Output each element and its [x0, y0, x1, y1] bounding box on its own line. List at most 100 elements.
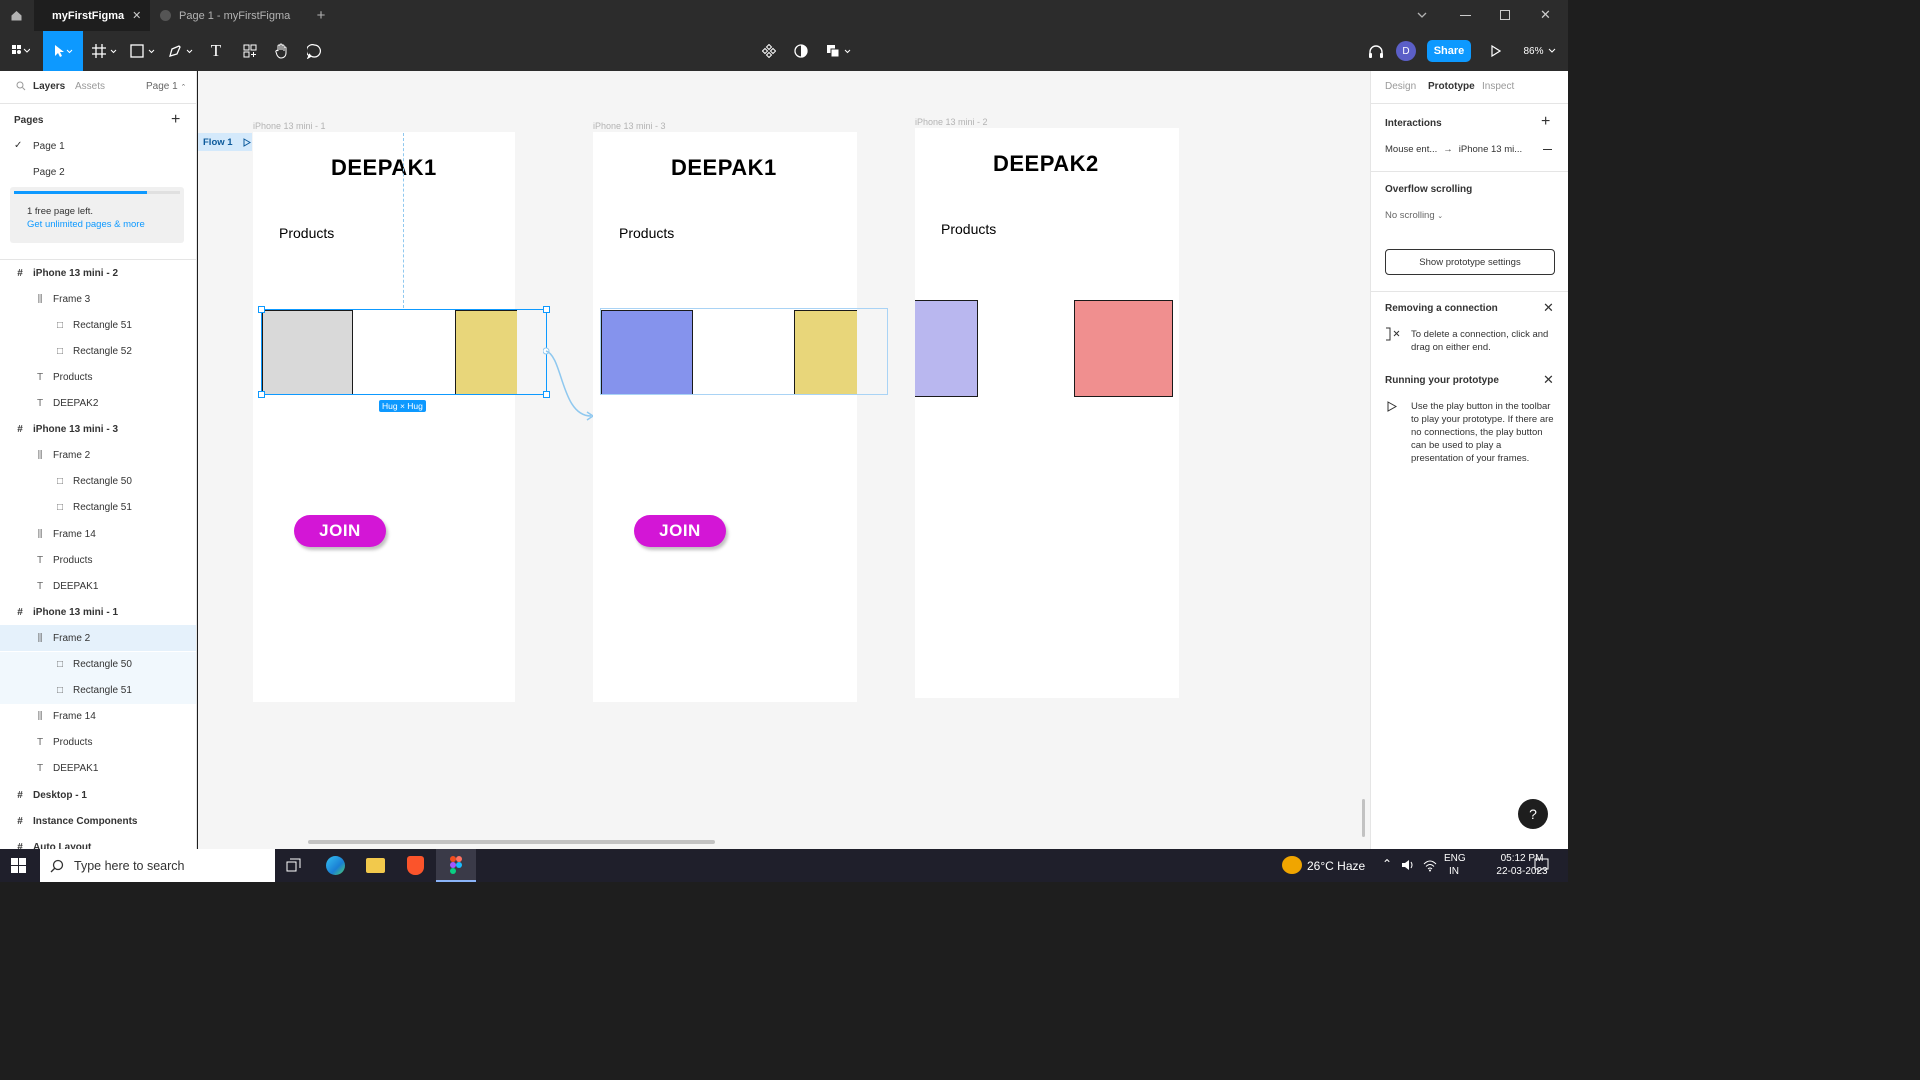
weather-text[interactable]: 26°C Haze [1307, 859, 1365, 873]
zoom-control[interactable]: 86% [1518, 31, 1562, 71]
tab-page-1[interactable]: Page 1 - myFirstFigma [150, 0, 308, 31]
layer-item[interactable]: ⫼ Frame 3 [0, 286, 196, 312]
home-icon[interactable] [0, 0, 33, 31]
play-icon[interactable] [243, 137, 251, 147]
layer-item[interactable]: □ Rectangle 51 [0, 495, 196, 521]
notifications-icon[interactable] [1534, 858, 1549, 873]
minimize-icon[interactable] [1460, 15, 1471, 16]
layer-frame[interactable]: # Auto Layout [0, 834, 196, 849]
prototype-connection[interactable] [543, 346, 598, 421]
brave-icon[interactable] [407, 856, 424, 875]
restore-icon[interactable] [1500, 10, 1510, 20]
layer-item[interactable]: T Products [0, 730, 196, 756]
iphone-frame-1[interactable]: DEEPAK1 Products JOIN [253, 132, 517, 702]
layer-item[interactable]: □ Rectangle 51 [0, 677, 196, 704]
layer-frame[interactable]: # iPhone 13 mini - 3 [0, 417, 196, 443]
layer-item[interactable]: ⫼ Frame 14 [0, 521, 196, 547]
rectangle-52[interactable] [1074, 300, 1173, 397]
network-icon[interactable] [1423, 858, 1437, 872]
close-icon[interactable]: ✕ [1543, 372, 1554, 388]
overflow-select[interactable]: No scrolling ⌄ [1385, 210, 1443, 221]
help-button[interactable]: ? [1518, 799, 1548, 829]
layer-item[interactable]: ⫼ Frame 14 [0, 704, 196, 730]
resources-icon[interactable] [236, 31, 264, 71]
chevron-up-icon[interactable]: ⌃ [1382, 857, 1392, 871]
new-tab-icon[interactable]: + [312, 0, 330, 31]
resize-handle[interactable] [258, 306, 265, 313]
iphone-frame-3[interactable]: DEEPAK1 Products JOIN [593, 132, 857, 702]
chevron-down-icon[interactable] [1416, 9, 1428, 21]
layer-item[interactable]: T DEEPAK1 [0, 573, 196, 599]
horizontal-scrollbar[interactable] [308, 840, 715, 844]
headphones-icon[interactable] [1364, 31, 1388, 71]
move-tool-icon[interactable] [43, 31, 83, 71]
tab-assets[interactable]: Assets [75, 81, 105, 92]
comment-tool-icon[interactable] [300, 31, 328, 71]
page-item-1[interactable]: Page 1 [33, 141, 65, 152]
page-item-2[interactable]: Page 2 [33, 167, 65, 178]
frame-label-3[interactable]: iPhone 13 mini - 2 [915, 117, 988, 127]
tab-inspect[interactable]: Inspect [1482, 81, 1514, 92]
taskbar-search[interactable]: Type here to search [40, 849, 275, 882]
component-icon[interactable] [755, 31, 783, 71]
interaction-row[interactable]: Mouse ent... → iPhone 13 mi... [1385, 144, 1522, 155]
contrast-icon[interactable] [787, 31, 815, 71]
frame-tool-icon[interactable] [88, 31, 122, 71]
search-icon[interactable] [16, 81, 26, 91]
layer-item[interactable]: ⫼ Frame 2 [0, 625, 196, 652]
add-interaction-icon[interactable]: + [1541, 113, 1550, 131]
vertical-scrollbar[interactable] [1362, 799, 1365, 837]
flow-starting-point[interactable]: Flow 1 [198, 133, 252, 151]
remove-interaction-icon[interactable] [1543, 149, 1552, 150]
layer-frame[interactable]: # Instance Components [0, 808, 196, 834]
volume-icon[interactable] [1401, 858, 1415, 872]
tab-myfirstfigma[interactable]: myFirstFigma ✕ [34, 0, 150, 31]
resize-handle[interactable] [258, 391, 265, 398]
file-explorer-icon[interactable] [366, 858, 385, 873]
hand-tool-icon[interactable] [268, 31, 296, 71]
figma-app-icon[interactable] [436, 849, 476, 882]
layer-frame[interactable]: # iPhone 13 mini - 2 [0, 260, 196, 286]
layer-item[interactable]: T Products [0, 547, 196, 573]
layer-item[interactable]: □ Rectangle 50 [0, 651, 196, 678]
layer-frame[interactable]: # Desktop - 1 [0, 782, 196, 808]
frame-label-1[interactable]: iPhone 13 mini - 1 [253, 121, 326, 131]
layer-item[interactable]: ⫼ Frame 2 [0, 443, 196, 469]
language-indicator[interactable]: ENG IN [1444, 852, 1466, 878]
close-icon[interactable]: ✕ [1543, 300, 1554, 316]
rectangle-51[interactable] [915, 300, 978, 397]
task-view-icon[interactable] [286, 858, 302, 874]
layer-item[interactable]: □ Rectangle 52 [0, 338, 196, 364]
pen-tool-icon[interactable] [164, 31, 198, 71]
join-button[interactable]: JOIN [634, 515, 726, 547]
text-tool-icon[interactable]: T [202, 31, 230, 71]
layer-item[interactable]: □ Rectangle 51 [0, 312, 196, 338]
frame-label-2[interactable]: iPhone 13 mini - 3 [593, 121, 666, 131]
close-tab-icon[interactable]: ✕ [132, 9, 141, 22]
shape-tool-icon[interactable] [126, 31, 160, 71]
page-selector[interactable]: Page 1 ⌃ [146, 81, 186, 92]
boolean-ops-icon[interactable] [823, 31, 857, 71]
layer-item[interactable]: □ Rectangle 50 [0, 469, 196, 495]
join-button[interactable]: JOIN [294, 515, 386, 547]
resize-handle[interactable] [543, 306, 550, 313]
iphone-frame-2[interactable]: DEEPAK2 Products [915, 128, 1179, 698]
add-page-icon[interactable]: + [171, 111, 180, 129]
main-menu-icon[interactable] [4, 31, 38, 71]
weather-icon[interactable] [1282, 856, 1302, 874]
avatar[interactable]: D [1396, 31, 1416, 71]
tab-prototype[interactable]: Prototype [1428, 81, 1475, 92]
edge-icon[interactable] [326, 856, 345, 875]
share-button[interactable]: Share [1427, 40, 1471, 62]
tab-design[interactable]: Design [1385, 81, 1416, 92]
present-icon[interactable] [1485, 31, 1507, 71]
close-window-icon[interactable]: ✕ [1540, 7, 1551, 23]
layer-item[interactable]: T Products [0, 364, 196, 390]
layer-frame[interactable]: # iPhone 13 mini - 1 [0, 599, 196, 625]
windows-start-icon[interactable] [11, 858, 27, 874]
tab-layers[interactable]: Layers [33, 81, 65, 92]
layer-item[interactable]: T DEEPAK1 [0, 756, 196, 782]
selection-box[interactable] [261, 309, 547, 395]
show-prototype-settings-button[interactable]: Show prototype settings [1385, 249, 1555, 275]
layer-item[interactable]: T DEEPAK2 [0, 391, 196, 417]
